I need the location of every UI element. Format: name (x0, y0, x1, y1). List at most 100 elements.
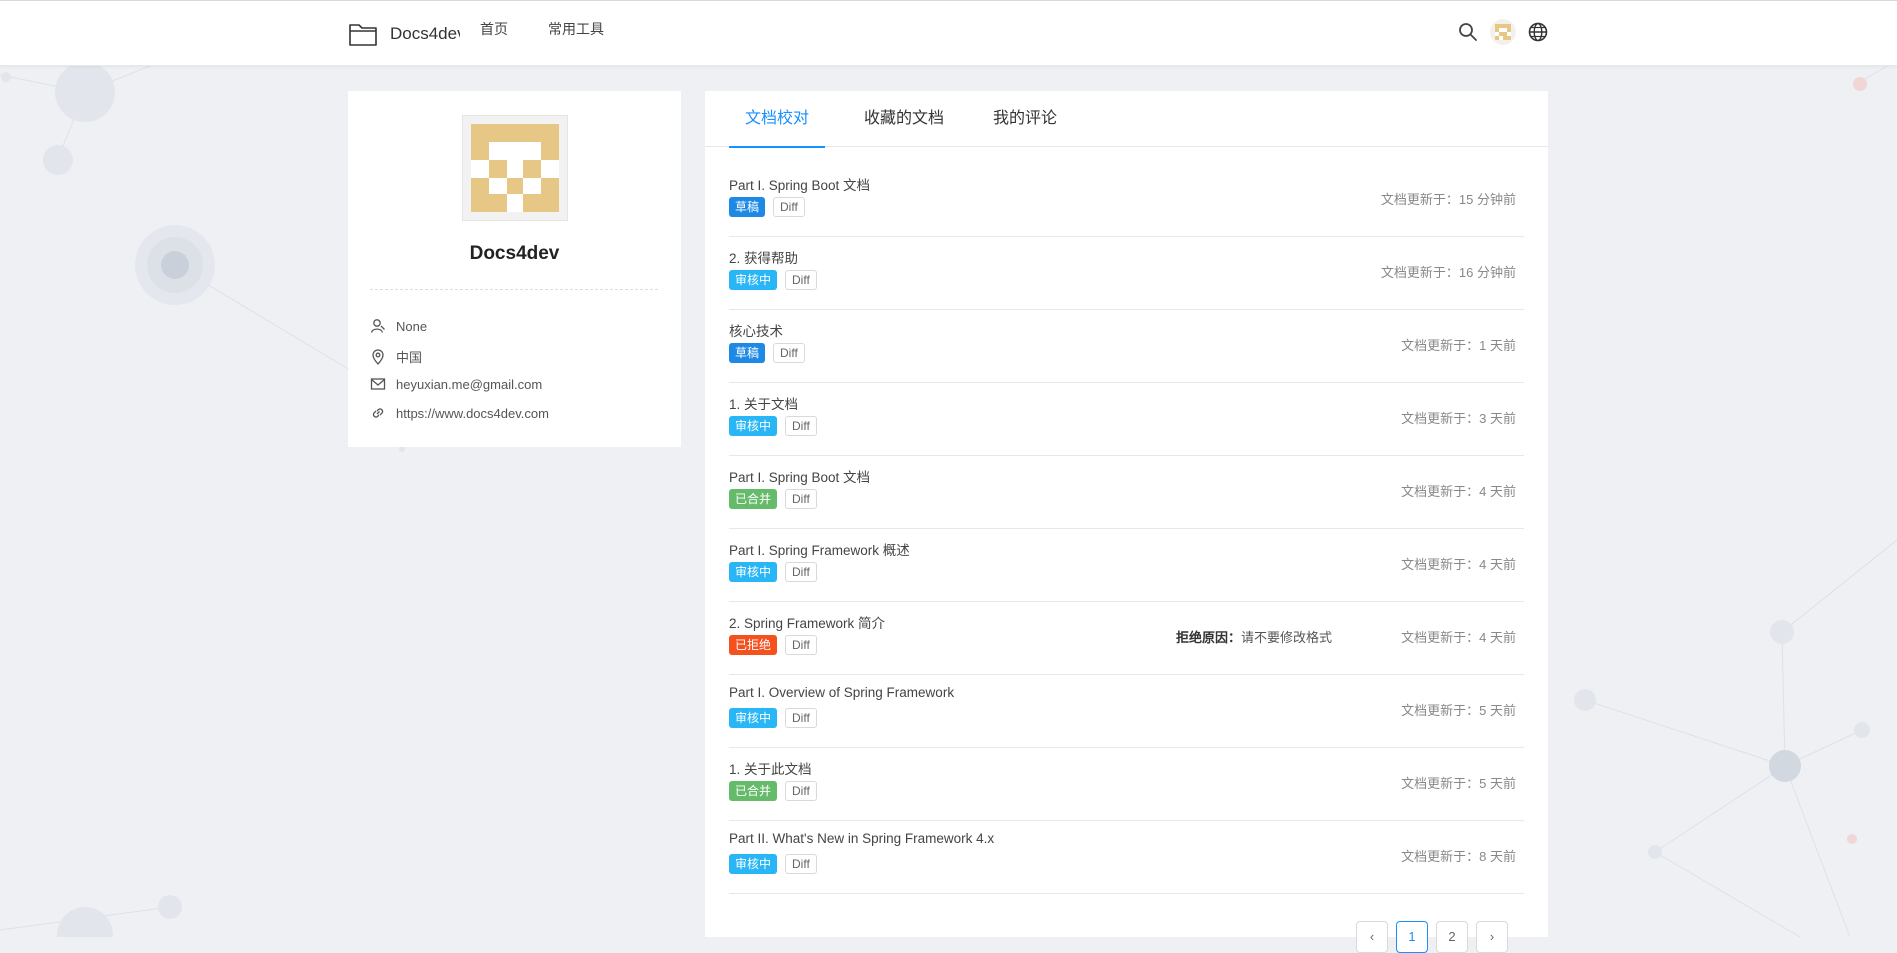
document-tags: 审核中 Diff (729, 416, 817, 436)
document-title[interactable]: 核心技术 (729, 320, 783, 340)
document-row: Part I. Spring Boot 文档 已合并 Diff 文档更新于：4 天前 (729, 456, 1524, 529)
document-title[interactable]: Part I. Spring Boot 文档 (729, 466, 870, 486)
nav-home[interactable]: 首页 (460, 0, 528, 65)
status-badge: 已合并 (729, 489, 778, 509)
user-avatar-button[interactable] (1490, 19, 1516, 45)
rejection-reason: 拒绝原因：请不要修改格式 (1176, 627, 1332, 646)
profile-avatar (462, 115, 568, 221)
status-badge: 审核中 (729, 562, 778, 582)
document-title[interactable]: 2. Spring Framework 简介 (729, 612, 885, 632)
status-badge: 审核中 (729, 708, 778, 728)
rejection-reason-label: 拒绝原因： (1176, 630, 1242, 645)
document-row: 2. Spring Framework 简介 已拒绝 Diff 拒绝原因：请不要修改格… (729, 602, 1524, 675)
document-title[interactable]: Part I. Spring Boot 文档 (729, 174, 870, 194)
document-updated-time: 文档更新于：16 分钟前 (1380, 265, 1516, 280)
document-tags: 审核中 Diff (729, 562, 817, 582)
info-website: https://www.docs4dev.com (370, 405, 549, 421)
next-page-button[interactable]: › (1476, 921, 1508, 953)
documents-card: 文档校对 收藏的文档 我的评论 Part I. Spring Boot 文档 草稿… (705, 91, 1548, 953)
document-updated-time: 文档更新于：4 天前 (1401, 557, 1516, 572)
diff-button[interactable]: Diff (785, 635, 817, 655)
info-user: None (370, 318, 427, 334)
status-badge: 审核中 (729, 416, 778, 436)
header-actions (1455, 19, 1551, 45)
mail-icon (370, 376, 386, 392)
info-location: 中国 (370, 347, 422, 366)
document-tags: 已合并 Diff (729, 489, 817, 509)
diff-button[interactable]: Diff (785, 708, 817, 728)
document-row: Part I. Spring Framework 概述 审核中 Diff 文档更新于：… (729, 529, 1524, 602)
document-row: 2. 获得帮助 审核中 Diff 文档更新于：16 分钟前 (729, 237, 1524, 310)
page-1-button[interactable]: 1 (1396, 921, 1428, 953)
document-updated-time: 文档更新于：15 分钟前 (1380, 192, 1516, 207)
user-icon (370, 318, 386, 334)
document-title[interactable]: Part II. What's New in Spring Framework … (729, 831, 994, 846)
pagination: ‹ 1 2 › (1348, 921, 1508, 953)
status-badge: 草稿 (729, 343, 766, 363)
language-button[interactable] (1525, 19, 1551, 45)
diff-button[interactable]: Diff (785, 562, 817, 582)
document-title[interactable]: Part I. Overview of Spring Framework (729, 685, 954, 700)
divider (370, 289, 658, 290)
diff-button[interactable]: Diff (785, 416, 817, 436)
brand-name: Docs4dev (390, 24, 466, 43)
document-tags: 审核中 Diff (729, 708, 817, 728)
document-title[interactable]: 1. 关于此文档 (729, 758, 812, 778)
document-title[interactable]: Part I. Spring Framework 概述 (729, 539, 910, 559)
profile-name: Docs4dev (469, 243, 560, 264)
document-updated-time: 文档更新于：4 天前 (1401, 630, 1516, 645)
document-row: Part I. Overview of Spring Framework 审核中 D… (729, 675, 1524, 748)
document-updated-time: 文档更新于：3 天前 (1401, 411, 1516, 426)
document-updated-time: 文档更新于：8 天前 (1401, 849, 1516, 864)
main-nav: 首页 常用工具 (460, 1, 624, 65)
folder-icon (349, 24, 377, 46)
status-badge: 已拒绝 (729, 635, 778, 655)
info-location-text: 中国 (396, 350, 423, 365)
status-badge: 审核中 (729, 270, 778, 290)
tab-bar: 文档校对 收藏的文档 我的评论 (705, 91, 1548, 148)
status-badge: 审核中 (729, 854, 778, 874)
diff-button[interactable]: Diff (773, 343, 805, 363)
globe-icon (1528, 22, 1548, 42)
info-email-text[interactable]: heyuxian.me@gmail.com (396, 377, 542, 392)
location-icon (370, 348, 386, 365)
link-icon (370, 405, 386, 421)
diff-button[interactable]: Diff (773, 197, 805, 217)
tab-my-comments[interactable]: 我的评论 (980, 91, 1070, 146)
document-title[interactable]: 2. 获得帮助 (729, 247, 798, 267)
diff-button[interactable]: Diff (785, 781, 817, 801)
document-tags: 草稿 Diff (729, 343, 805, 363)
status-badge: 已合并 (729, 781, 778, 801)
nav-tools[interactable]: 常用工具 (528, 0, 624, 65)
diff-button[interactable]: Diff (785, 854, 817, 874)
document-updated-time: 文档更新于：5 天前 (1401, 703, 1516, 718)
identicon-image (471, 124, 559, 212)
page-2-button[interactable]: 2 (1436, 921, 1468, 953)
info-email: heyuxian.me@gmail.com (370, 376, 542, 392)
search-button[interactable] (1455, 19, 1481, 45)
profile-card: Docs4dev None 中国 heyuxian.me@gmail.com h… (348, 91, 681, 447)
document-row: Part II. What's New in Spring Framework … (729, 821, 1524, 894)
document-tags: 已合并 Diff (729, 781, 817, 801)
document-row: Part I. Spring Boot 文档 草稿 Diff 文档更新于：15 分钟前 (729, 164, 1524, 237)
tab-proofreading[interactable]: 文档校对 (729, 91, 825, 148)
rejection-reason-text: 请不要修改格式 (1241, 630, 1333, 645)
document-tags: 草稿 Diff (729, 197, 805, 217)
top-navbar: Docs4dev 首页 常用工具 (0, 0, 1897, 66)
prev-page-button[interactable]: ‹ (1356, 921, 1388, 953)
avatar (1490, 19, 1516, 45)
document-tags: 审核中 Diff (729, 854, 817, 874)
info-website-text[interactable]: https://www.docs4dev.com (396, 406, 549, 421)
document-updated-time: 文档更新于：1 天前 (1401, 338, 1516, 353)
search-icon (1459, 23, 1477, 41)
document-updated-time: 文档更新于：4 天前 (1401, 484, 1516, 499)
diff-button[interactable]: Diff (785, 489, 817, 509)
document-updated-time: 文档更新于：5 天前 (1401, 776, 1516, 791)
document-tags: 已拒绝 Diff (729, 635, 817, 655)
tab-favorites[interactable]: 收藏的文档 (848, 91, 960, 146)
document-row: 1. 关于文档 审核中 Diff 文档更新于：3 天前 (729, 383, 1524, 456)
brand[interactable]: Docs4dev (348, 21, 466, 47)
document-tags: 审核中 Diff (729, 270, 817, 290)
document-title[interactable]: 1. 关于文档 (729, 393, 798, 413)
diff-button[interactable]: Diff (785, 270, 817, 290)
